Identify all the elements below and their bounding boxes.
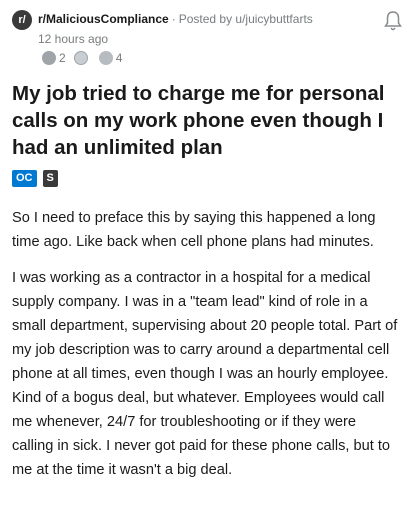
post-header: r/ r/MaliciousCompliance · Posted by u/jui… xyxy=(12,10,402,66)
subreddit-icon[interactable]: r/ xyxy=(12,10,32,30)
flair-s[interactable]: S xyxy=(42,170,58,187)
post-title[interactable]: My job tried to charge me for personal c… xyxy=(12,80,402,161)
subreddit-link[interactable]: r/MaliciousCompliance xyxy=(38,12,169,26)
silver-award-icon xyxy=(98,51,113,65)
author-link[interactable]: Posted by u/juicybuttfarts xyxy=(179,12,313,26)
wholesome-award-icon xyxy=(73,51,88,65)
meta-separator: · xyxy=(171,12,176,26)
post-paragraph: I was working as a contractor in a hospi… xyxy=(12,270,398,478)
flair-oc[interactable]: OC xyxy=(12,170,37,187)
helpful-award-icon xyxy=(42,51,56,65)
awards-row[interactable]: 2 4 xyxy=(42,51,130,65)
award-count: 4 xyxy=(115,51,123,65)
post-timestamp: 12 hours ago xyxy=(38,32,109,46)
award-count: 2 xyxy=(59,51,66,65)
post-meta: r/MaliciousCompliance · Posted by u/juicyb… xyxy=(38,12,313,26)
bell-icon[interactable] xyxy=(384,10,402,32)
post-body: So I need to preface this by saying this… xyxy=(12,206,400,494)
post-paragraph: So I need to preface this by saying this… xyxy=(12,210,376,250)
post-flairs: OC S xyxy=(12,170,58,187)
